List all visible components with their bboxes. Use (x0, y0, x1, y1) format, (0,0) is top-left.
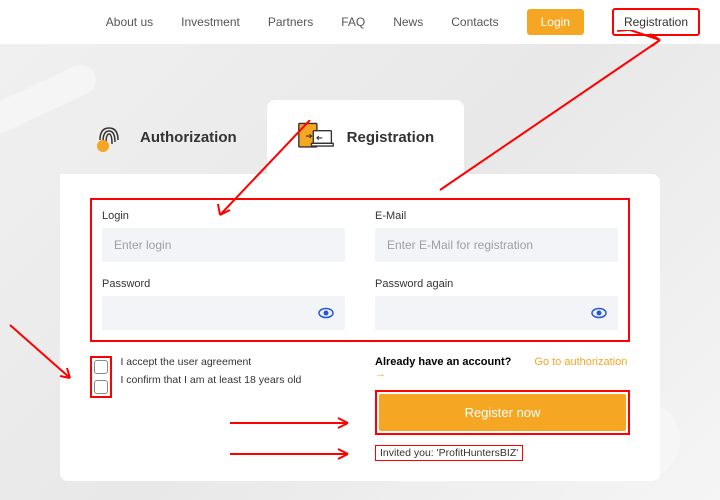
top-navigation: About us Investment Partners FAQ News Co… (0, 0, 720, 44)
password-input[interactable] (102, 296, 345, 330)
invited-by-text: Invited you: 'ProfitHuntersBIZ' (380, 447, 518, 459)
agreement-label: I accept the user agreement (120, 356, 251, 368)
already-text: Already have an account? (375, 356, 511, 368)
nav-partners[interactable]: Partners (268, 15, 313, 29)
login-input[interactable] (102, 228, 345, 262)
eye-icon[interactable] (590, 304, 608, 322)
form-fields-annotation: Login E-Mail Password (90, 198, 630, 342)
register-button-annotation: Register now (375, 390, 630, 435)
login-label: Login (102, 210, 345, 222)
email-label: E-Mail (375, 210, 618, 222)
nav-faq[interactable]: FAQ (341, 15, 365, 29)
tab-registration-label: Registration (347, 129, 435, 146)
checkboxes-group: I accept the user agreement I confirm th… (90, 356, 345, 399)
nav-investment[interactable]: Investment (181, 15, 240, 29)
nav-contacts[interactable]: Contacts (451, 15, 498, 29)
form-container: Authorization Registration Login (60, 100, 660, 481)
password2-input[interactable] (375, 296, 618, 330)
login-button[interactable]: Login (527, 9, 584, 35)
email-input[interactable] (375, 228, 618, 262)
already-account: Already have an account? Go to authoriza… (375, 356, 630, 380)
age-label: I confirm that I am at least 18 years ol… (120, 374, 301, 386)
nav-about[interactable]: About us (106, 15, 153, 29)
register-now-button[interactable]: Register now (379, 394, 626, 431)
fingerprint-icon (90, 118, 128, 156)
invited-by-annotation: Invited you: 'ProfitHuntersBIZ' (375, 445, 523, 461)
tab-authorization-label: Authorization (140, 129, 237, 146)
checkbox-age[interactable] (94, 380, 108, 394)
form-panel: Login E-Mail Password (60, 174, 660, 481)
checkboxes-annotation (90, 356, 112, 398)
eye-icon[interactable] (317, 304, 335, 322)
checkbox-agreement[interactable] (94, 360, 108, 374)
tab-registration[interactable]: Registration (267, 100, 465, 174)
registration-button[interactable]: Registration (612, 8, 700, 36)
tab-authorization[interactable]: Authorization (60, 100, 267, 174)
register-devices-icon (297, 118, 335, 156)
tabs: Authorization Registration (60, 100, 660, 174)
password-label: Password (102, 278, 345, 290)
nav-news[interactable]: News (393, 15, 423, 29)
password2-label: Password again (375, 278, 618, 290)
